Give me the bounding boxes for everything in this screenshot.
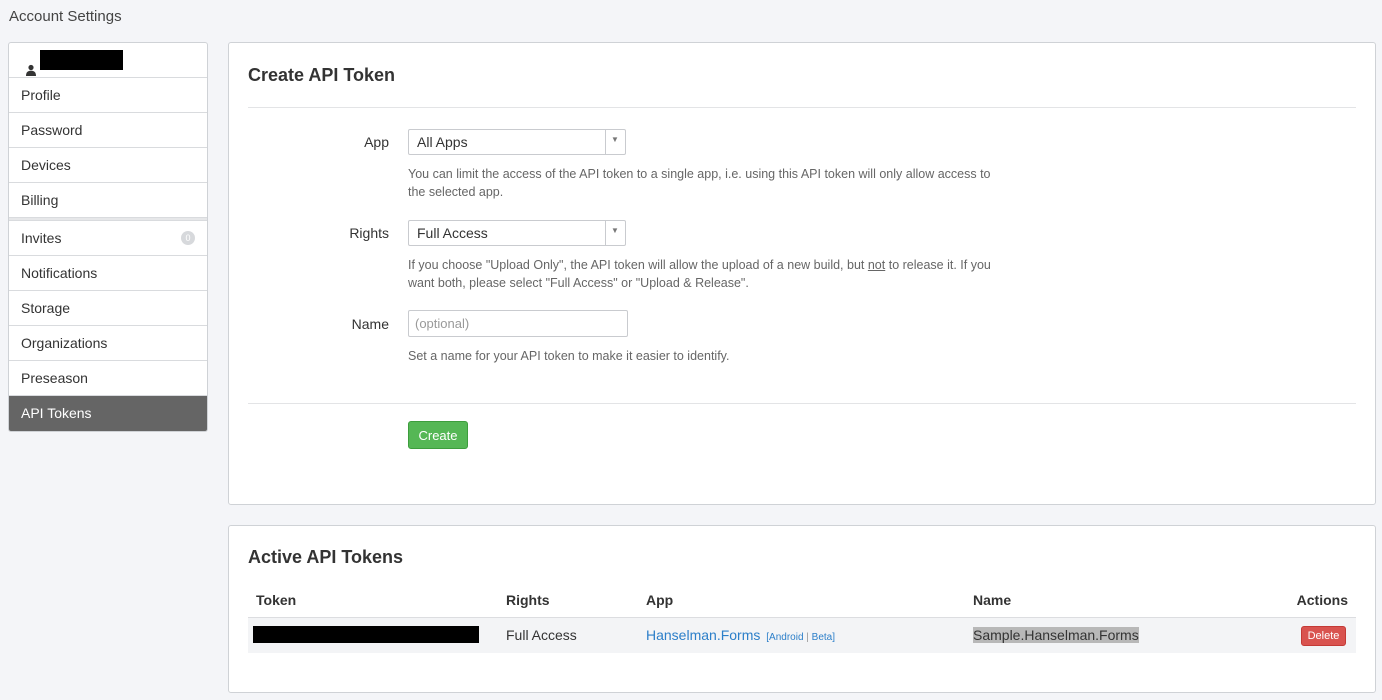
app-label: App [364,134,389,150]
name-label: Name [351,316,389,332]
channel-tag: Beta [811,632,833,643]
sidebar-item-label: Profile [21,87,61,103]
column-header-actions: Actions [1296,592,1348,608]
delete-button[interactable]: Delete [1301,626,1346,646]
create-token-title: Create API Token [248,65,396,85]
divider [248,403,1356,404]
sidebar-item-label: Billing [21,192,59,208]
token-name: Sample.Hanselman.Forms [973,627,1139,643]
rights-select-value: Full Access [417,225,488,241]
chevron-down-icon: ▼ [605,130,625,154]
rights-label: Rights [349,225,389,241]
token-name-input[interactable] [408,310,628,337]
name-help-text: Set a name for your API token to make it… [408,349,730,363]
column-header-name: Name [973,592,1012,608]
sidebar-item-password[interactable]: Password [9,113,207,148]
redacted-token [253,626,479,643]
sidebar-item-organizations[interactable]: Organizations [9,326,207,361]
active-api-tokens-panel: Active API Tokens Token Rights App Name … [228,525,1376,693]
sidebar-user[interactable] [9,43,207,78]
sidebar-item-preseason[interactable]: Preseason [9,361,207,396]
sidebar-item-label: API Tokens [21,405,92,421]
redacted-username [40,50,123,70]
tag-bracket: ] [832,632,836,643]
sidebar-item-storage[interactable]: Storage [9,291,207,326]
active-tokens-title: Active API Tokens [248,547,404,567]
user-icon [25,54,37,76]
settings-sidebar: Profile Password Devices Billing Invites… [8,42,208,432]
app-help-text: You can limit the access of the API toke… [408,167,991,199]
page-title: Account Settings [9,8,122,25]
create-button[interactable]: Create [408,421,468,449]
token-rights: Full Access [506,627,577,643]
sidebar-item-api-tokens[interactable]: API Tokens [9,396,207,431]
table-header: Token Rights App Name Actions [248,590,1356,618]
rights-help-part: If you choose "Upload Only", the API tok… [408,258,868,272]
sidebar-item-label: Invites [21,230,62,246]
create-api-token-panel: Create API Token App All Apps ▼ You can … [228,42,1376,505]
sidebar-item-notifications[interactable]: Notifications [9,256,207,291]
sidebar-item-label: Storage [21,300,71,316]
sidebar-item-billing[interactable]: Billing [9,183,207,218]
tag-separator: | [803,632,812,643]
divider [248,107,1356,108]
sidebar-item-label: Notifications [21,265,98,281]
rights-help-text: If you choose "Upload Only", the API tok… [408,256,1008,292]
column-header-app: App [646,592,674,608]
column-header-token: Token [256,592,297,608]
sidebar-item-label: Password [21,122,83,138]
sidebar-item-label: Organizations [21,335,108,351]
app-select[interactable]: All Apps ▼ [408,129,626,155]
app-select-value: All Apps [417,134,468,150]
chevron-down-icon: ▼ [605,221,625,245]
sidebar-item-devices[interactable]: Devices [9,148,207,183]
token-app: Hanselman.Forms [Android | Beta] [646,627,835,643]
table-row: Full Access Hanselman.Forms [Android | B… [248,618,1356,653]
invites-count-badge: 0 [181,231,195,245]
rights-select[interactable]: Full Access ▼ [408,220,626,246]
sidebar-item-label: Preseason [21,370,88,386]
column-header-rights: Rights [506,592,550,608]
sidebar-item-profile[interactable]: Profile [9,78,207,113]
sidebar-item-invites[interactable]: Invites 0 [9,221,207,256]
sidebar-item-label: Devices [21,157,71,173]
rights-help-emphasis: not [867,258,886,272]
app-link[interactable]: Hanselman.Forms [646,627,760,643]
platform-tag: Android [769,632,804,643]
app-tags: [Android | Beta] [766,632,835,643]
